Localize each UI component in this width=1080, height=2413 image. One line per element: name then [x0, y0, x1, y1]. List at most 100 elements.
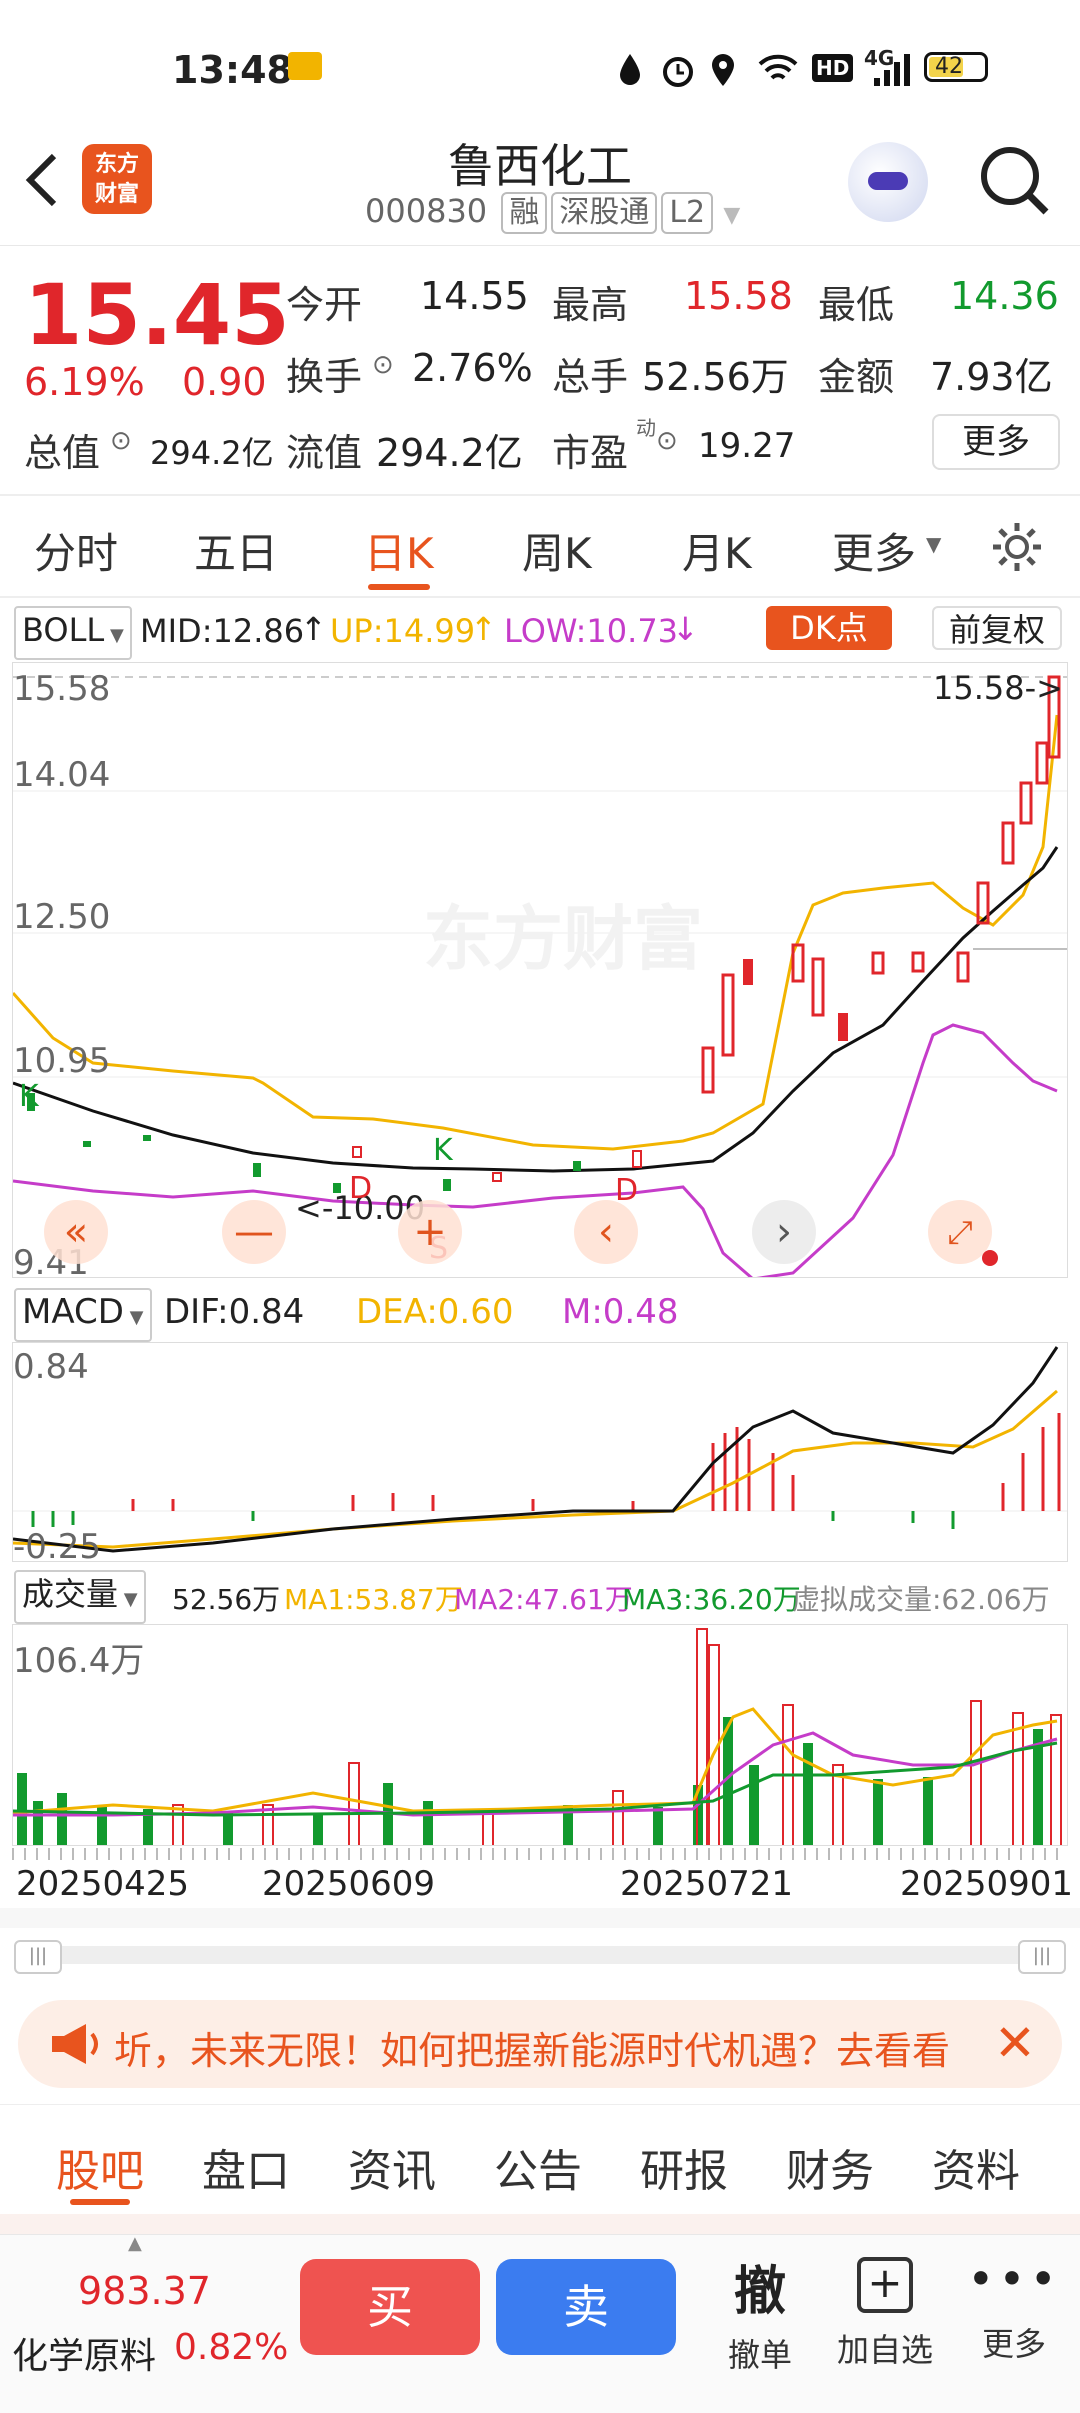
axis-label-4: 10.95: [13, 1041, 111, 1081]
tab-intraday[interactable]: 分时: [34, 520, 118, 581]
add-watchlist-label: 加自选: [836, 2331, 933, 2369]
kline-chart[interactable]: 东方财富 15.58 14.04 12.50 10.95 9.41 15.58-…: [12, 662, 1068, 1278]
arrow-up-icon: ↑: [300, 610, 327, 648]
dk-point-button[interactable]: DK点: [766, 606, 892, 650]
chevron-down-icon: ▼: [104, 625, 124, 646]
boll-selector-label: BOLL: [22, 611, 105, 649]
change-amount: 0.90: [182, 360, 267, 404]
stat-label-open: 今开: [286, 283, 363, 327]
scroll-handle-right[interactable]: |||: [1018, 1940, 1066, 1974]
buy-button[interactable]: 买: [300, 2259, 480, 2355]
footer-bar: ▲ 983.37 化学原料 0.82% 买 卖 撤 撤单 + 加自选 ••• 更…: [0, 2233, 1080, 2413]
scroll-right-button[interactable]: ›: [752, 1200, 816, 1264]
tab-weekly-k[interactable]: 周K: [522, 520, 592, 581]
tab-profile[interactable]: 资料: [932, 2135, 1020, 2199]
tab-finance[interactable]: 财务: [786, 2135, 874, 2199]
date-label-4: 20250901: [900, 1864, 1074, 1904]
pe-superscript: 动: [636, 416, 656, 440]
stat-label-low: 最低: [818, 283, 895, 327]
index-name: 化学原料: [12, 2336, 157, 2377]
tab-five-day[interactable]: 五日: [194, 520, 278, 581]
signal-k-marker: K: [19, 1079, 39, 1114]
settings-gear-icon[interactable]: [990, 520, 1044, 574]
volume-value: 52.56万: [172, 1583, 281, 1616]
robot-avatar[interactable]: [848, 142, 928, 222]
chevron-down-icon[interactable]: ▼: [723, 203, 740, 228]
high-marker: 15.58->: [933, 669, 1063, 707]
info-icon[interactable]: ⊙: [656, 426, 678, 456]
macd-header: MACD ▼ DIF:0.84 DEA:0.60 M:0.48: [0, 1286, 1080, 1342]
volume-svg: [13, 1628, 1062, 1845]
header: 东方财富 鲁西化工 000830 融深股通 L2 ▼: [0, 120, 1080, 246]
signal-d-marker: D: [349, 1171, 373, 1206]
cancel-order-button[interactable]: 撤 撤单: [710, 2249, 810, 2399]
tag-level2: L2: [661, 192, 714, 234]
axis-label-2: 14.04: [13, 755, 111, 795]
megaphone-icon: [52, 2024, 98, 2064]
virtual-volume: 虚拟成交量:62.06万: [792, 1583, 1050, 1616]
volume-selector[interactable]: 成交量 ▼: [14, 1570, 146, 1624]
divider: [0, 596, 1080, 598]
bottom-info-tabs: 股吧 盘口 资讯 公告 研报 财务 资料: [0, 2104, 1080, 2215]
macd-dea: DEA:0.60: [356, 1292, 514, 1332]
more-menu-button[interactable]: ••• 更多: [964, 2249, 1064, 2399]
tab-forum[interactable]: 股吧: [56, 2135, 144, 2199]
alarm-icon: [663, 57, 693, 87]
boll-selector[interactable]: BOLL ▼: [14, 606, 132, 660]
sell-button[interactable]: 卖: [496, 2259, 676, 2355]
chevron-down-icon: ▼: [123, 1307, 144, 1328]
stat-value-float-cap: 294.2亿: [376, 431, 523, 475]
tab-announcements[interactable]: 公告: [494, 2135, 582, 2199]
boll-mid: MID:12.86: [140, 612, 305, 650]
stat-value-high: 15.58: [684, 274, 793, 318]
tab-news[interactable]: 资讯: [348, 2135, 436, 2199]
chart-scrollbar[interactable]: ||| |||: [14, 1940, 1066, 1974]
zoom-in-button[interactable]: +: [398, 1200, 462, 1264]
stat-value-turnover: 2.76%: [412, 346, 533, 390]
tab-active-underline: [368, 584, 430, 590]
macd-chart[interactable]: 0.84 -0.25: [12, 1342, 1068, 1562]
tag-connect: 深股通: [551, 192, 658, 234]
tab-monthly-k[interactable]: 月K: [682, 520, 752, 581]
tab-orderbook[interactable]: 盘口: [202, 2135, 290, 2199]
more-label: 更多: [981, 2325, 1046, 2363]
tab-research[interactable]: 研报: [640, 2135, 728, 2199]
watermark: 东方财富: [423, 900, 703, 978]
volume-ma1: MA1:53.87万: [284, 1583, 463, 1616]
volume-chart[interactable]: 106.4万: [12, 1624, 1068, 1846]
stat-label-float-cap: 流值: [286, 431, 363, 475]
tab-active-underline: [70, 2199, 130, 2205]
macd-m: M:0.48: [562, 1292, 679, 1332]
chevron-down-icon: ▼: [926, 532, 942, 556]
scroll-handle-left[interactable]: |||: [14, 1940, 62, 1974]
volume-ma3: MA3:36.20万: [622, 1583, 801, 1616]
info-icon[interactable]: ⊙: [110, 426, 132, 456]
chevron-up-icon[interactable]: ▲: [128, 2233, 142, 2254]
stat-label-amount: 金额: [818, 355, 895, 399]
close-icon[interactable]: ✕: [994, 2014, 1036, 2072]
scroll-left-button[interactable]: ‹: [574, 1200, 638, 1264]
add-watchlist-button[interactable]: + 加自选: [830, 2249, 940, 2399]
feed-preview: [0, 2214, 1080, 2234]
tab-more[interactable]: 更多: [832, 520, 916, 581]
adjust-button[interactable]: 前复权: [932, 606, 1062, 650]
macd-selector-label: MACD: [22, 1292, 124, 1332]
arrow-down-icon: ↓: [672, 610, 699, 648]
more-button[interactable]: 更多: [932, 414, 1060, 470]
boll-up: UP:14.99: [330, 612, 476, 650]
promo-banner[interactable]: 圻，未来无限！如何把握新能源时代机遇？去看看 ✕: [18, 2000, 1062, 2088]
info-icon[interactable]: ⊙: [372, 350, 394, 380]
candle-cluster-rally: [701, 675, 1061, 1094]
rewind-button[interactable]: «: [44, 1200, 108, 1264]
banner-text: 圻，未来无限！如何把握新能源时代机遇？去看看: [114, 2029, 951, 2073]
stat-label-volume: 总手: [552, 355, 629, 399]
macd-selector[interactable]: MACD ▼: [14, 1288, 152, 1342]
battery-icon: 42: [924, 52, 988, 82]
time-axis-bg: [0, 1908, 1080, 1928]
search-icon[interactable]: [976, 142, 1052, 218]
tab-daily-k[interactable]: 日K: [364, 520, 434, 581]
plus-square-icon: +: [857, 2257, 913, 2313]
zoom-out-button[interactable]: —: [222, 1200, 286, 1264]
status-time: 13:48: [172, 48, 293, 92]
chevron-down-icon: ▼: [118, 1589, 138, 1610]
